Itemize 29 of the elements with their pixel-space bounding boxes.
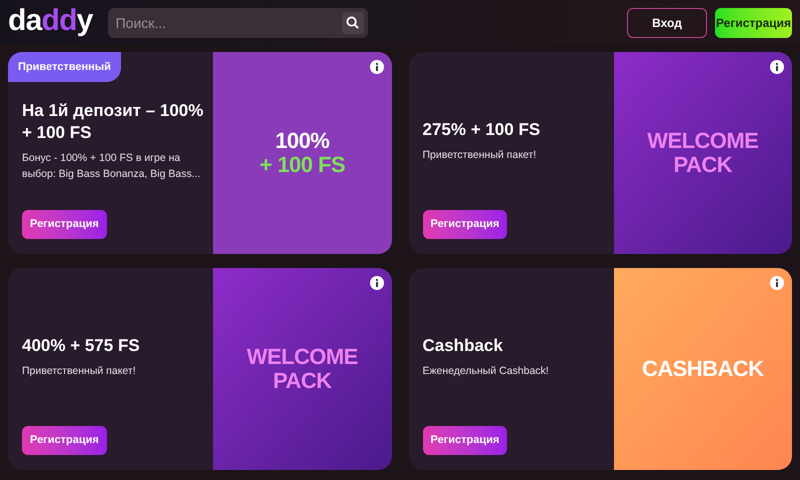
register-button[interactable]: Регистрация bbox=[22, 426, 107, 455]
search-field[interactable]: Поиск... bbox=[108, 8, 368, 38]
promo-title: 275% + 100 FS bbox=[422, 119, 542, 141]
info-icon[interactable] bbox=[370, 276, 384, 290]
header-button[interactable]: Регистрация bbox=[715, 8, 792, 38]
register-button[interactable]: Регистрация bbox=[422, 426, 508, 455]
banner-text: PACK bbox=[673, 153, 732, 177]
promo-description: Еженедельный Cashback! bbox=[422, 364, 550, 379]
banner-text: PACK bbox=[272, 369, 332, 393]
register-button[interactable]: Регистрация bbox=[422, 210, 508, 239]
banner-text: WELCOME bbox=[647, 129, 758, 153]
promo-title: На 1й депозит – 100% + 100 FS bbox=[22, 100, 204, 144]
banner-text: 100% bbox=[275, 129, 330, 153]
logo[interactable]: daddy bbox=[8, 6, 93, 36]
banner-text: CASHBACK bbox=[642, 357, 764, 381]
promo-description: Бонус - 100% + 100 FS в игре на выбор: Big Bass Bonanza, Big Bass... bbox=[22, 151, 202, 182]
info-icon[interactable] bbox=[770, 60, 784, 74]
promo-description: Приветственный пакет! bbox=[422, 148, 538, 163]
promo-title: 400% + 575 FS bbox=[22, 335, 141, 357]
promo-title: Cashback bbox=[422, 335, 504, 357]
info-icon[interactable] bbox=[370, 60, 384, 74]
banner-text: WELCOME bbox=[246, 345, 358, 369]
header-button[interactable]: Вход bbox=[627, 8, 707, 38]
promo-description: Приветственный пакет! bbox=[22, 364, 137, 379]
info-icon[interactable] bbox=[770, 276, 784, 290]
search-icon[interactable] bbox=[342, 12, 364, 34]
banner-text: + 100 FS bbox=[260, 153, 345, 177]
register-button[interactable]: Регистрация bbox=[22, 210, 107, 239]
promo-badge: Приветственный bbox=[8, 52, 121, 82]
